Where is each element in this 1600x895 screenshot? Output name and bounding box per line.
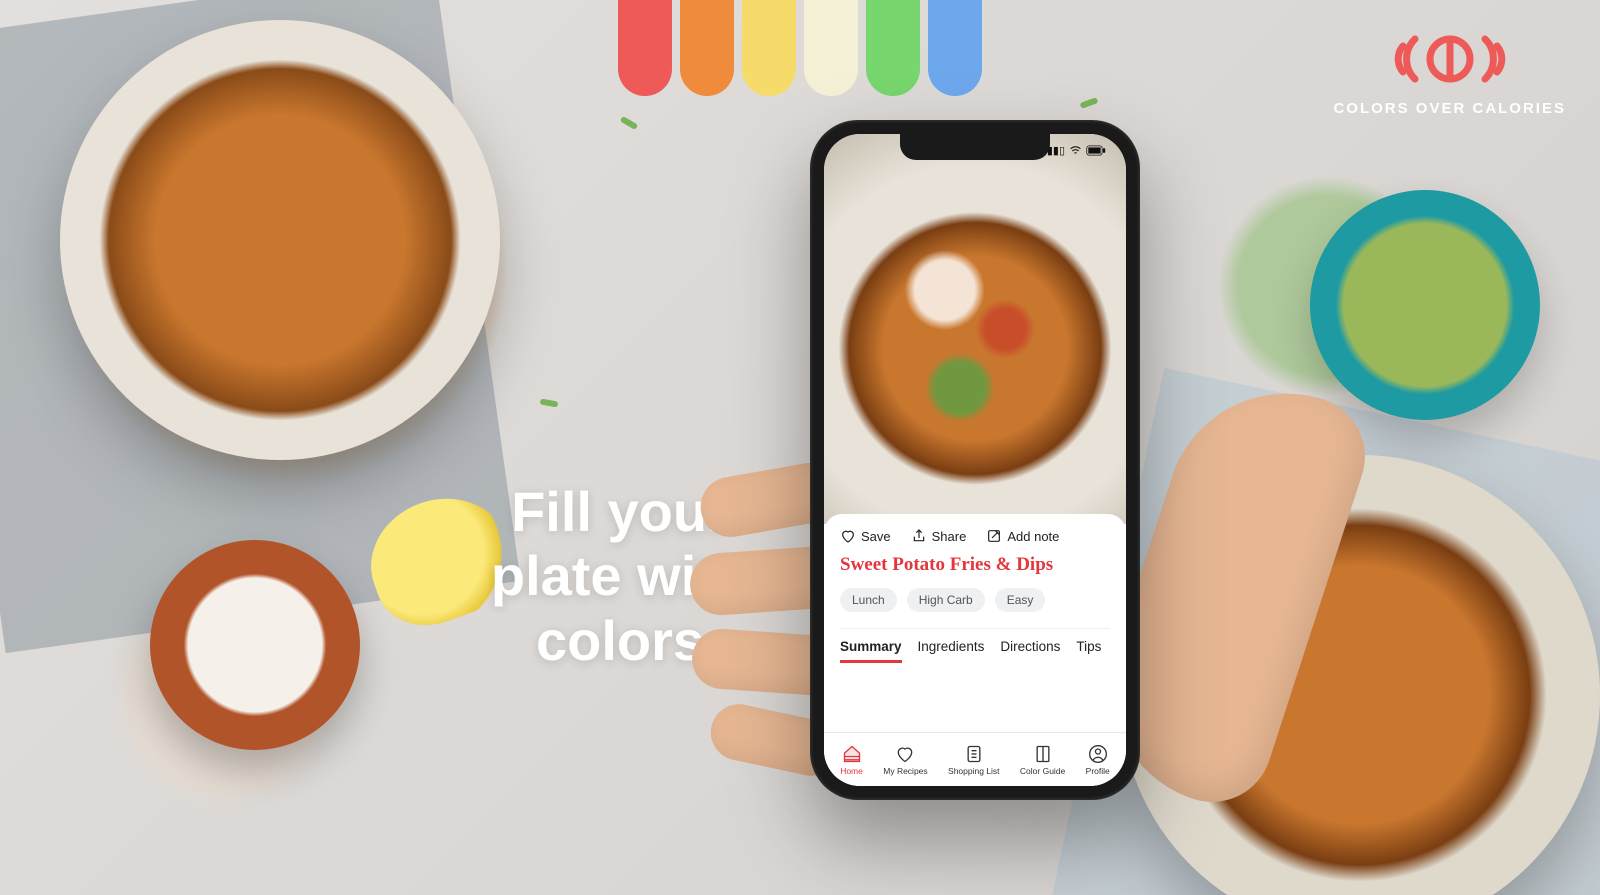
nav-shopping-list[interactable]: Shopping List [948,744,1000,776]
nav-my-recipes[interactable]: My Recipes [883,744,927,776]
tag-chip[interactable]: Easy [995,588,1046,612]
color-palette [618,0,982,96]
promo-stage: COLORS OVER CALORIES Fill your plate wit… [0,0,1600,895]
share-icon [911,528,927,544]
brand-logo: COLORS OVER CALORIES [1333,24,1566,117]
nav-label: Home [840,766,863,776]
brand-name: COLORS OVER CALORIES [1333,100,1566,117]
swatch-green [866,0,920,96]
heart-icon [840,528,856,544]
book-icon [1033,744,1053,764]
swatch-red [618,0,672,96]
home-icon [842,744,862,764]
nav-color-guide[interactable]: Color Guide [1020,744,1065,776]
swatch-yellow [742,0,796,96]
recipe-tabs: Summary Ingredients Directions Tips [840,628,1110,663]
nav-home[interactable]: Home [840,744,863,776]
heart-icon [895,744,915,764]
share-button[interactable]: Share [911,528,967,544]
tab-ingredients[interactable]: Ingredients [918,639,985,663]
food-bowl-guacamole [1310,190,1540,420]
nav-label: My Recipes [883,766,927,776]
note-label: Add note [1007,529,1059,544]
recipe-tags: Lunch High Carb Easy [840,588,1110,612]
food-bowl-dip [150,540,360,750]
add-note-button[interactable]: Add note [986,528,1059,544]
bottom-nav: Home My Recipes Shopping List Color Guid… [824,732,1126,786]
hand-holding-phone: ▮▮▮▯ Save Share [760,120,1280,895]
note-icon [986,528,1002,544]
swatch-blue [928,0,982,96]
tab-directions[interactable]: Directions [1000,639,1060,663]
logo-icon [1385,24,1515,94]
swatch-orange [680,0,734,96]
tag-chip[interactable]: Lunch [840,588,897,612]
list-icon [964,744,984,764]
nav-label: Shopping List [948,766,1000,776]
share-label: Share [932,529,967,544]
nav-profile[interactable]: Profile [1086,744,1110,776]
save-button[interactable]: Save [840,528,891,544]
swatch-cream [804,0,858,96]
wifi-icon [1069,144,1082,157]
recipe-actions: Save Share Add note [840,528,1110,544]
battery-icon [1086,145,1106,156]
save-label: Save [861,529,891,544]
phone-notch [900,134,1050,160]
tab-tips[interactable]: Tips [1076,639,1101,663]
phone-screen: ▮▮▮▯ Save Share [824,134,1126,786]
nav-label: Profile [1086,766,1110,776]
recipe-title: Sweet Potato Fries & Dips [840,554,1110,576]
nav-label: Color Guide [1020,766,1065,776]
food-bowl-main [60,20,500,460]
profile-icon [1088,744,1108,764]
tab-summary[interactable]: Summary [840,639,902,663]
tag-chip[interactable]: High Carb [907,588,985,612]
recipe-hero-photo [824,134,1126,524]
phone-frame: ▮▮▮▯ Save Share [810,120,1140,800]
